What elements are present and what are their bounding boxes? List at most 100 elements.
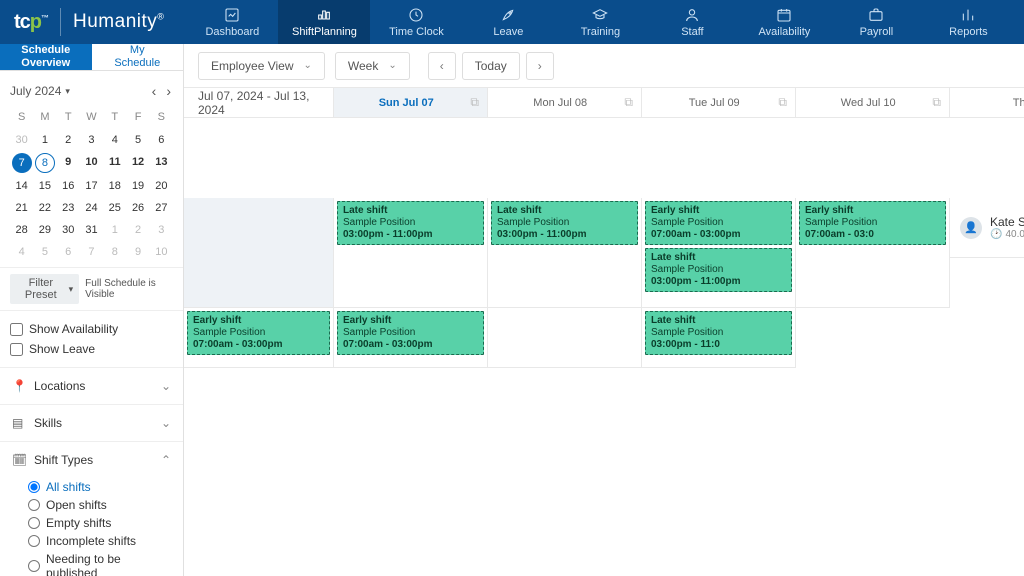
calendar-day[interactable]: 7 [80, 241, 103, 263]
shift-type-radio[interactable]: Open shifts [28, 496, 171, 514]
day-header[interactable]: Wed Jul 10⧉ [796, 88, 950, 118]
calendar-day[interactable]: 2 [57, 129, 80, 151]
schedule-cell[interactable] [184, 198, 334, 308]
calendar-day[interactable]: 10 [80, 151, 103, 175]
nav-dashboard[interactable]: Dashboard [186, 0, 278, 44]
calendar-prev[interactable]: ‹ [150, 81, 159, 101]
shift-card[interactable]: Late shiftSample Position03:00pm - 11:00… [645, 248, 792, 292]
calendar-day[interactable]: 3 [80, 129, 103, 151]
calendar-day[interactable]: 4 [10, 241, 33, 263]
calendar-day[interactable]: 25 [103, 197, 126, 219]
calendar-day[interactable]: 8 [35, 153, 55, 173]
day-header[interactable]: Tue Jul 09⧉ [642, 88, 796, 118]
filter-preset-button[interactable]: Filter Preset ▾ [10, 274, 79, 304]
calendar-day[interactable]: 1 [103, 219, 126, 241]
schedule-cell[interactable] [488, 308, 642, 368]
shift-card[interactable]: Late shiftSample Position03:00pm - 11:00… [491, 201, 638, 245]
nav-training[interactable]: Training [554, 0, 646, 44]
day-header[interactable]: Sun Jul 07⧉ [334, 88, 488, 118]
calendar-day[interactable]: 29 [33, 219, 56, 241]
calendar-day[interactable]: 24 [80, 197, 103, 219]
clock-icon [408, 7, 424, 23]
shift-type-radio[interactable]: Needing to be published [28, 550, 171, 576]
calendar-day[interactable]: 16 [57, 175, 80, 197]
shift-card[interactable]: Early shiftSample Position07:00am - 03:0… [645, 201, 792, 245]
next-period-button[interactable]: › [526, 52, 554, 80]
calendar-day[interactable]: 13 [150, 151, 173, 175]
calendar-day[interactable]: 21 [10, 197, 33, 219]
shift-card[interactable]: Late shiftSample Position03:00pm - 11:00… [337, 201, 484, 245]
calendar-next[interactable]: › [164, 81, 173, 101]
calendar-day[interactable]: 5 [126, 129, 149, 151]
copy-icon[interactable]: ⧉ [932, 95, 941, 110]
shift-card[interactable]: Late shiftSample Position03:00pm - 11:0 [645, 311, 792, 355]
day-header[interactable]: Thu J [950, 88, 1024, 118]
calendar-day[interactable]: 2 [126, 219, 149, 241]
calendar-day[interactable]: 6 [57, 241, 80, 263]
nav-payroll[interactable]: Payroll [830, 0, 922, 44]
shift-type-radio[interactable]: Empty shifts [28, 514, 171, 532]
calendar-day[interactable]: 22 [33, 197, 56, 219]
copy-icon[interactable]: ⧉ [778, 95, 787, 110]
shift-type-radio[interactable]: All shifts [28, 478, 171, 496]
view-select[interactable]: Employee View⌄ [198, 52, 325, 80]
calendar-day[interactable]: 14 [10, 175, 33, 197]
nav-timeclock[interactable]: Time Clock [370, 0, 462, 44]
calendar-day[interactable]: 15 [33, 175, 56, 197]
acc-shift-types[interactable]: 🗓 Shift Types⌃ [0, 441, 183, 478]
calendar-day[interactable]: 20 [150, 175, 173, 197]
calendar-day[interactable]: 1 [33, 129, 56, 151]
schedule-cell[interactable]: Early shiftSample Position07:00am - 03:0… [334, 308, 488, 368]
calendar-day[interactable]: 28 [10, 219, 33, 241]
calendar-day[interactable]: 10 [150, 241, 173, 263]
nav-shiftplanning[interactable]: ShiftPlanning [278, 0, 370, 44]
schedule-cell[interactable]: Early shiftSample Position07:00am - 03:0 [796, 198, 950, 308]
shift-card[interactable]: Early shiftSample Position07:00am - 03:0… [187, 311, 330, 355]
calendar-day[interactable]: 11 [103, 151, 126, 175]
copy-icon[interactable]: ⧉ [470, 95, 479, 110]
calendar-month-label[interactable]: July 2024 ▾ [10, 84, 70, 98]
tab-my-schedule[interactable]: My Schedule [92, 44, 184, 70]
calendar-day[interactable]: 19 [126, 175, 149, 197]
calendar-day[interactable]: 9 [126, 241, 149, 263]
calendar-day[interactable]: 30 [57, 219, 80, 241]
shift-card[interactable]: Early shiftSample Position07:00am - 03:0… [337, 311, 484, 355]
schedule-cell[interactable]: Late shiftSample Position03:00pm - 11:0 [642, 308, 796, 368]
day-header[interactable]: Mon Jul 08⧉ [488, 88, 642, 118]
nav-leave[interactable]: Leave [462, 0, 554, 44]
acc-skills[interactable]: ▤ Skills⌄ [0, 404, 183, 441]
nav-availability[interactable]: Availability [738, 0, 830, 44]
calendar-day[interactable]: 23 [57, 197, 80, 219]
schedule-cell[interactable]: Late shiftSample Position03:00pm - 11:00… [334, 198, 488, 308]
calendar-day[interactable]: 12 [126, 151, 149, 175]
period-select[interactable]: Week⌄ [335, 52, 410, 80]
shift-type-radio[interactable]: Incomplete shifts [28, 532, 171, 550]
copy-icon[interactable]: ⧉ [624, 95, 633, 110]
calendar-day[interactable]: 6 [150, 129, 173, 151]
nav-staff[interactable]: Staff [646, 0, 738, 44]
calendar-day[interactable]: 9 [57, 151, 80, 175]
calendar-day[interactable]: 18 [103, 175, 126, 197]
calendar-day[interactable]: 4 [103, 129, 126, 151]
show-leave-checkbox[interactable]: Show Leave [10, 339, 173, 359]
calendar-day[interactable]: 26 [126, 197, 149, 219]
calendar-day[interactable]: 30 [10, 129, 33, 151]
acc-locations[interactable]: 📍 Locations⌄ [0, 368, 183, 404]
calendar-day[interactable]: 17 [80, 175, 103, 197]
calendar-day[interactable]: 8 [103, 241, 126, 263]
calendar-day[interactable]: 27 [150, 197, 173, 219]
prev-period-button[interactable]: ‹ [428, 52, 456, 80]
nav-reports[interactable]: Reports [922, 0, 1014, 44]
staff-row-label[interactable]: 👤Kate Stacey🕑 40.00 [950, 198, 1024, 258]
calendar-day[interactable]: 3 [150, 219, 173, 241]
show-availability-checkbox[interactable]: Show Availability [10, 319, 173, 339]
shift-card[interactable]: Early shiftSample Position07:00am - 03:0 [799, 201, 946, 245]
calendar-day[interactable]: 31 [80, 219, 103, 241]
calendar-day[interactable]: 5 [33, 241, 56, 263]
calendar-day[interactable]: 7 [12, 153, 32, 173]
tab-schedule-overview[interactable]: Schedule Overview [0, 44, 92, 70]
today-button[interactable]: Today [462, 52, 520, 80]
schedule-cell[interactable]: Late shiftSample Position03:00pm - 11:00… [488, 198, 642, 308]
schedule-cell[interactable]: Early shiftSample Position07:00am - 03:0… [642, 198, 796, 308]
schedule-cell[interactable]: Early shiftSample Position07:00am - 03:0… [184, 308, 334, 368]
